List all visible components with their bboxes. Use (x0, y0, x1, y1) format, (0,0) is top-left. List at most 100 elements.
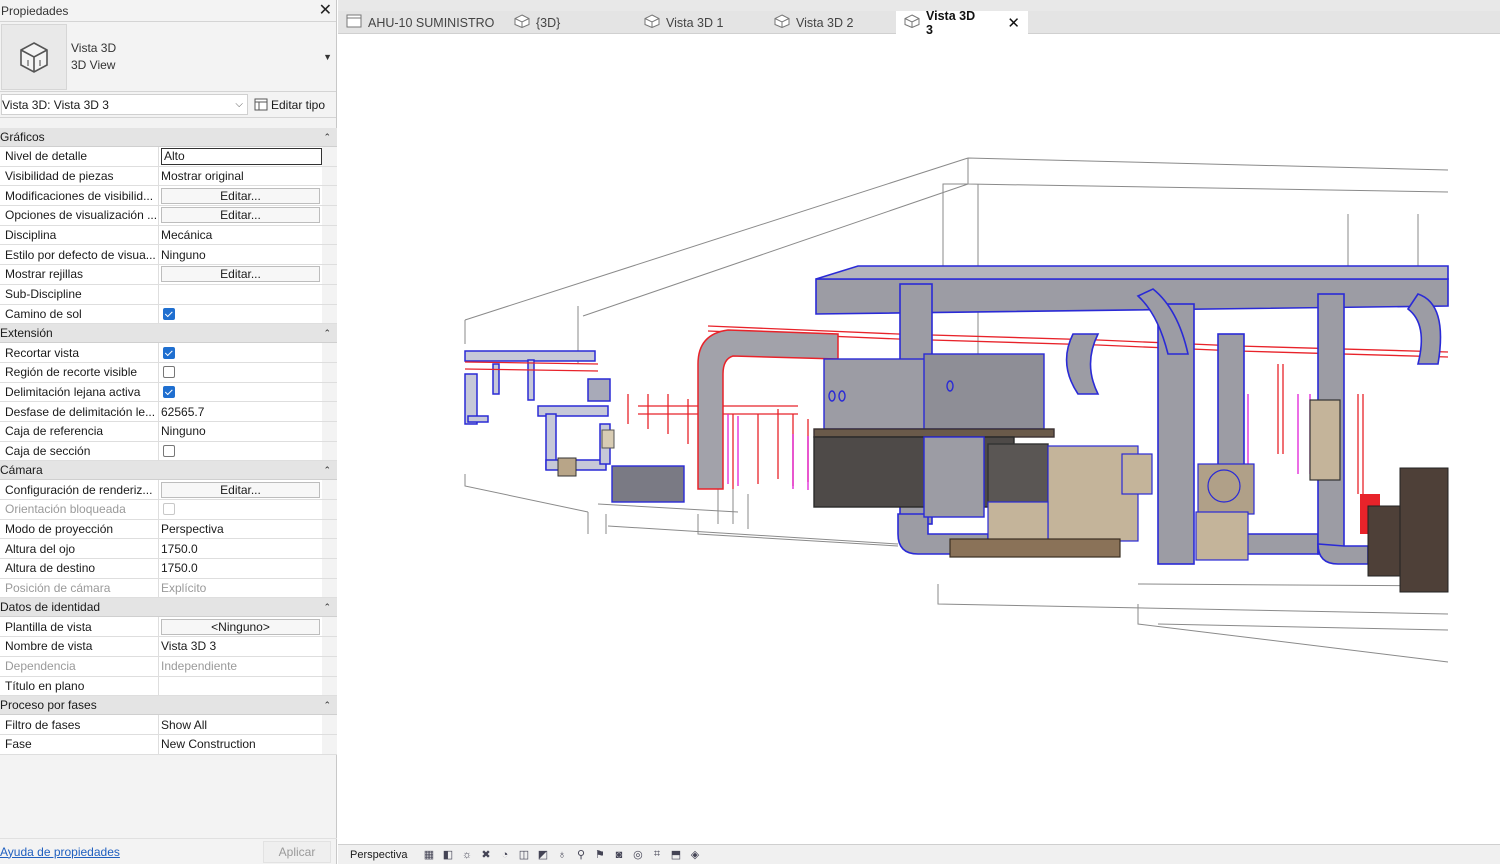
property-value[interactable] (159, 383, 322, 402)
visual-style-icon[interactable]: ◧ (440, 848, 455, 861)
property-row: Nivel de detalle Alto (0, 147, 337, 167)
projection-label[interactable]: Perspectiva (350, 849, 407, 861)
sun-path-icon[interactable]: ☼ (459, 848, 474, 861)
crop-view-icon[interactable]: ◫ (516, 848, 531, 861)
edit-button[interactable]: <Ninguno> (161, 618, 320, 635)
category-header[interactable]: Extensión ⌃ (0, 324, 337, 344)
properties-header: Propiedades ✕ (0, 0, 336, 22)
close-icon[interactable]: ✕ (319, 2, 332, 19)
collapse-icon[interactable]: ⌃ (323, 602, 331, 613)
property-value[interactable] (159, 363, 322, 382)
chevron-down-icon[interactable]: ▼ (323, 52, 332, 62)
instance-selector[interactable]: Vista 3D: Vista 3D 3 ⌵ (1, 94, 248, 115)
edit-type-button[interactable]: Editar tipo (254, 98, 325, 112)
property-value[interactable]: Alto (159, 147, 322, 166)
checkbox[interactable] (163, 366, 175, 379)
property-value[interactable]: Show All (159, 715, 322, 734)
checkbox[interactable] (163, 444, 175, 457)
view-tab[interactable]: Vista 3D 3 ✕ (896, 8, 1028, 37)
temporary-hide-icon[interactable]: ⚲ (573, 848, 588, 861)
show-crop-icon[interactable]: ◩ (535, 848, 550, 861)
category-header[interactable]: Proceso por fases ⌃ (0, 696, 337, 716)
air-handling-unit (813, 353, 1055, 518)
property-name: Dependencia (0, 656, 159, 676)
worksharing-icon[interactable]: ⌗ (649, 848, 664, 861)
mep-3d-model[interactable] (338, 34, 1500, 842)
category-header[interactable]: Datos de identidad ⌃ (0, 598, 337, 618)
property-name: Nivel de detalle (0, 147, 159, 166)
rendering-icon[interactable]: ◔ (497, 848, 512, 861)
property-value[interactable]: Mecánica (159, 226, 322, 245)
view-tab[interactable]: AHU-10 SUMINISTRO (338, 11, 506, 34)
temporary-properties-icon[interactable]: ◎ (630, 848, 645, 861)
category-label: Cámara (0, 463, 43, 478)
type-selector[interactable]: Vista 3D 3D View ▼ (0, 22, 336, 92)
highlight-displacement-icon[interactable]: ◈ (687, 848, 702, 861)
property-row: Recortar vista (0, 343, 337, 363)
value-field[interactable]: Alto (161, 147, 322, 165)
property-value[interactable]: <Ninguno> (159, 617, 322, 636)
unlock-view-icon[interactable]: ♁ (554, 848, 569, 861)
property-row: Mostrar rejillas Editar... (0, 265, 337, 285)
property-value[interactable]: Editar... (159, 186, 322, 205)
analytical-model-icon[interactable]: ⬒ (668, 848, 683, 861)
property-value[interactable]: 1750.0 (159, 559, 322, 578)
category-label: Gráficos (0, 130, 45, 144)
view-tab[interactable]: Vista 3D 2 (766, 11, 896, 34)
property-value[interactable]: Perspectiva (159, 520, 322, 539)
reveal-hidden-icon[interactable]: ⚑ (592, 848, 607, 861)
checkbox[interactable] (163, 307, 175, 320)
edit-button[interactable]: Editar... (161, 266, 320, 283)
property-name: Fase (0, 734, 159, 754)
shadows-icon[interactable]: ✖ (478, 848, 493, 861)
view-tab[interactable]: {3D} (506, 11, 636, 34)
property-row: Delimitación lejana activa (0, 382, 337, 403)
edit-button[interactable]: Editar... (161, 207, 320, 224)
category-label: Datos de identidad (0, 600, 101, 615)
floor-plan-icon (346, 14, 362, 31)
apply-button[interactable]: Aplicar (263, 840, 331, 863)
property-row: Configuración de renderiz... Editar... (0, 480, 337, 500)
property-value[interactable] (159, 677, 322, 696)
help-link[interactable]: Ayuda de propiedades (0, 845, 120, 859)
edit-button[interactable]: Editar... (161, 481, 320, 498)
property-name: Modificaciones de visibilid... (0, 186, 159, 206)
category-header[interactable]: Gráficos ⌃ (0, 128, 337, 147)
collapse-icon[interactable]: ⌃ (323, 132, 331, 143)
property-value[interactable]: 1750.0 (159, 539, 322, 558)
property-value[interactable]: Editar... (159, 265, 322, 284)
3d-viewport[interactable] (338, 34, 1500, 842)
property-value[interactable]: Ninguno (159, 422, 322, 441)
checkbox[interactable] (163, 385, 175, 398)
property-value[interactable]: Editar... (159, 480, 322, 499)
property-name: Desfase de delimitación le... (0, 402, 159, 421)
properties-title: Propiedades (1, 3, 69, 18)
property-value[interactable] (159, 305, 322, 324)
collapse-icon[interactable]: ⌃ (323, 700, 331, 711)
lock-3d-icon[interactable]: ◙ (611, 848, 626, 861)
category-label: Extensión (0, 326, 53, 341)
property-value[interactable]: Vista 3D 3 (159, 637, 322, 656)
close-icon[interactable]: ✕ (1007, 14, 1020, 32)
checkbox[interactable] (163, 346, 175, 359)
dark-equipment (1367, 467, 1449, 593)
edit-button[interactable]: Editar... (161, 187, 320, 204)
detail-level-icon[interactable]: ▦ (421, 848, 436, 861)
property-value[interactable]: Mostrar original (159, 167, 322, 186)
property-row: Modo de proyección Perspectiva (0, 519, 337, 540)
category-header[interactable]: Cámara ⌃ (0, 461, 337, 481)
property-value[interactable]: Ninguno (159, 245, 322, 264)
property-value[interactable]: 62565.7 (159, 402, 322, 421)
instance-label: Vista 3D: Vista 3D 3 (2, 97, 109, 112)
property-row: Nombre de vista Vista 3D 3 (0, 637, 337, 657)
collapse-icon[interactable]: ⌃ (323, 465, 331, 476)
collapse-icon[interactable]: ⌃ (323, 328, 331, 339)
view-tab[interactable]: Vista 3D 1 (636, 11, 766, 34)
property-value[interactable]: New Construction (159, 735, 322, 754)
tab-label: Vista 3D 2 (796, 15, 854, 30)
tab-label: Vista 3D 3 (926, 8, 976, 37)
property-value[interactable]: Editar... (159, 206, 322, 225)
property-value[interactable] (159, 285, 322, 304)
property-value[interactable] (159, 442, 322, 461)
property-value[interactable] (159, 343, 322, 362)
